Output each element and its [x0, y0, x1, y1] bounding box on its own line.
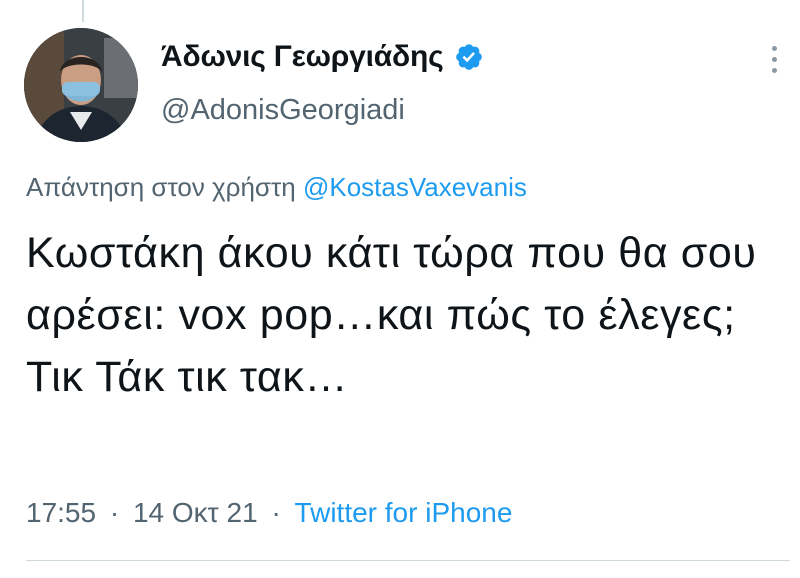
thread-connector-line — [82, 0, 84, 22]
avatar[interactable] — [24, 28, 138, 142]
verified-badge-icon — [454, 42, 484, 72]
meta-separator: · — [271, 497, 281, 528]
reply-prefix: Απάντηση στον χρήστη — [26, 172, 296, 202]
more-options-icon[interactable] — [766, 46, 782, 82]
tweet-source-link[interactable]: Twitter for iPhone — [295, 497, 513, 528]
author-name-row: Άδωνις Γεωργιάδης — [161, 40, 484, 74]
tweet-metadata: 17:55 · 14 Οκτ 21 · Twitter for iPhone — [26, 497, 512, 529]
divider — [26, 560, 790, 561]
tweet-text: Κωστάκη άκου κάτι τώρα που θα σου αρέσει… — [26, 229, 757, 401]
author-display-name[interactable]: Άδωνις Γεωργιάδης — [161, 40, 444, 74]
tweet-date[interactable]: 14 Οκτ 21 — [133, 497, 258, 528]
meta-separator: · — [109, 497, 120, 528]
author-handle[interactable]: @AdonisGeorgiadi — [161, 94, 405, 127]
avatar-photo — [24, 28, 138, 142]
reply-context: Απάντηση στον χρήστη @KostasVaxevanis — [26, 172, 527, 203]
tweet-time[interactable]: 17:55 — [26, 497, 96, 528]
reply-mention-link[interactable]: @KostasVaxevanis — [303, 172, 527, 202]
